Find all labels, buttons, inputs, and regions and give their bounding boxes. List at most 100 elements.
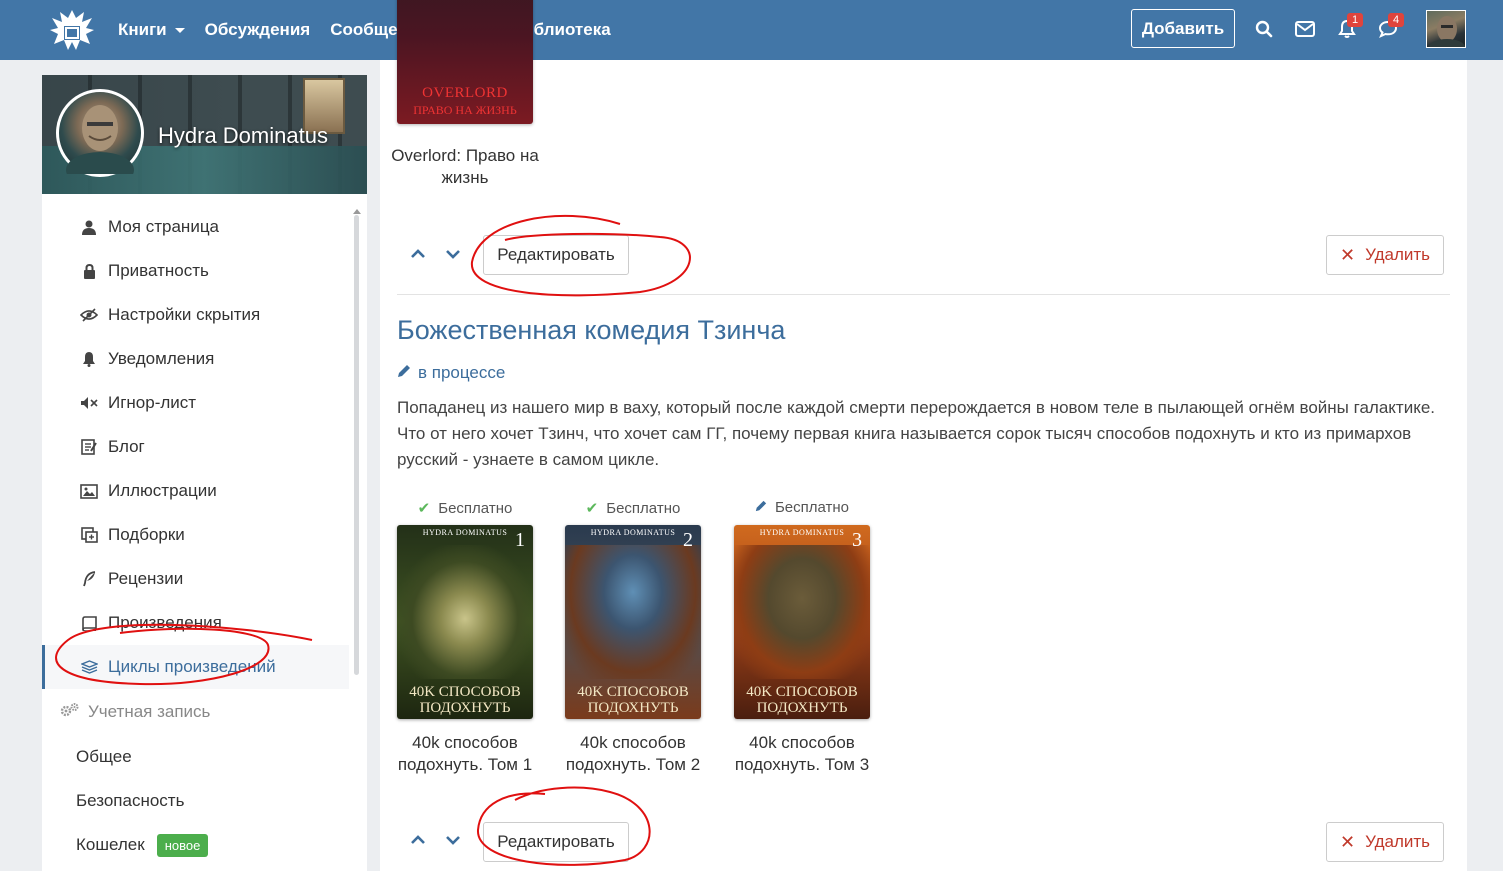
scroll-up-arrow-icon[interactable] (353, 209, 361, 214)
sidebar-item-reviews[interactable]: Рецензии (42, 557, 354, 601)
close-icon: ✕ (1340, 831, 1356, 852)
sidebar-item-blog[interactable]: Блог (42, 425, 354, 469)
book-access-label: Бесплатно (734, 499, 870, 516)
nav-books-label: Книги (118, 20, 167, 39)
move-up-button[interactable] (407, 829, 429, 851)
sidebar-menu: Моя страница Приватность Настройки скрыт… (42, 205, 354, 867)
chevron-down-icon (174, 27, 185, 33)
profile-banner: Hydra Dominatus (42, 75, 367, 194)
cover-number: 2 (683, 529, 693, 551)
book-cover-overlord[interactable]: OVERLORD ПРАВО НА ЖИЗНЬ (397, 0, 533, 124)
book-icon (78, 614, 100, 632)
sidebar-item-illustrations[interactable]: Иллюстрации (42, 469, 354, 513)
messages-bubble-icon[interactable]: 4 (1376, 13, 1404, 41)
sidebar-item-my-page[interactable]: Моя страница (42, 205, 354, 249)
top-navbar: Книги Обсуждения Сообщество Моя библиоте… (0, 0, 1503, 60)
nav-discussions[interactable]: Обсуждения (205, 20, 311, 40)
cover-author: HYDRA DOMINATUS (590, 528, 676, 537)
sidebar-item-ignore-list[interactable]: Игнор-лист (42, 381, 354, 425)
search-icon[interactable] (1252, 17, 1276, 41)
sidebar-item-label: Моя страница (108, 217, 220, 236)
eye-slash-icon (78, 306, 100, 324)
access-text: Бесплатно (774, 499, 850, 516)
sidebar-item-label: Безопасность (76, 791, 185, 810)
messages-count-badge: 4 (1388, 13, 1404, 27)
delete-cycle-button[interactable]: ✕ Удалить (1326, 235, 1444, 275)
book-cover-vol-2[interactable]: HYDRA DOMINATUS 2 40K СПОСОБОВ ПОДОХНУТЬ (565, 525, 701, 719)
sidebar-item-label: Игнор-лист (108, 393, 197, 412)
sidebar-item-label: Рецензии (108, 569, 184, 588)
cover-number: 3 (852, 529, 862, 551)
sidebar-item-label: Произведения (108, 613, 222, 632)
sidebar-item-label: Блог (108, 437, 145, 456)
edit-cycle-button[interactable]: Редактировать (483, 822, 629, 862)
sidebar-item-collections[interactable]: Подборки (42, 513, 354, 557)
book-cover-vol-1[interactable]: HYDRA DOMINATUS 1 40K СПОСОБОВ ПОДОХНУТЬ (397, 525, 533, 719)
mute-icon (78, 394, 100, 412)
book-cover-vol-3[interactable]: HYDRA DOMINATUS 3 40K СПОСОБОВ ПОДОХНУТЬ (734, 525, 870, 719)
cover-title-line2: ПОДОХНУТЬ (587, 700, 679, 716)
sidebar-item-label: Общее (76, 747, 132, 766)
cover-title-line1: 40K СПОСОБОВ (746, 684, 858, 700)
sidebar-item-works[interactable]: Произведения (42, 601, 354, 645)
nav-discussions-label: Обсуждения (204, 20, 311, 39)
access-text: Бесплатно (438, 499, 513, 517)
book-caption[interactable]: 40k способов подохнуть. Том 2 (558, 732, 708, 776)
sidebar-item-label: Иллюстрации (108, 481, 217, 500)
edit-cycle-button[interactable]: Редактировать (483, 235, 629, 275)
main-nav: Книги Обсуждения Сообщество Моя библиоте… (118, 0, 631, 60)
account-section-label: Учетная запись (88, 702, 211, 721)
cover-subtitle: ПРАВО НА ЖИЗНЬ (413, 103, 517, 117)
book-caption[interactable]: 40k способов подохнуть. Том 3 (727, 732, 877, 776)
check-icon: ✔ (585, 500, 599, 517)
nav-books[interactable]: Книги (118, 20, 185, 40)
sidebar-item-label: Кошелек (76, 835, 145, 854)
mail-icon[interactable] (1293, 17, 1317, 41)
cycle-title[interactable]: Божественная комедия Тзинча (397, 315, 785, 346)
add-button[interactable]: Добавить (1131, 9, 1235, 48)
sidebar-item-cycles[interactable]: Циклы произведений (42, 645, 349, 689)
access-text: Бесплатно (606, 499, 681, 517)
user-icon (78, 218, 100, 236)
profile-name[interactable]: Hydra Dominatus (158, 123, 328, 149)
move-down-button[interactable] (442, 829, 464, 851)
book-caption[interactable]: 40k способов подохнуть. Том 1 (390, 732, 540, 776)
feather-icon (78, 570, 100, 588)
sidebar-item-security[interactable]: Безопасность (42, 779, 354, 823)
pencil-icon (397, 363, 411, 383)
new-badge: новое (156, 833, 209, 857)
cover-art (397, 545, 533, 679)
collection-icon (78, 526, 100, 544)
sidebar-item-wallet[interactable]: Кошелек новое (42, 823, 354, 867)
delete-cycle-button[interactable]: ✕ Удалить (1326, 822, 1444, 862)
notifications-count-badge: 1 (1347, 13, 1363, 27)
sidebar-item-general[interactable]: Общее (42, 735, 354, 779)
cover-title: OVERLORD (422, 85, 508, 101)
sidebar-item-label: Уведомления (108, 349, 215, 368)
sidebar-item-label: Циклы произведений (108, 657, 276, 676)
cover-author: HYDRA DOMINATUS (422, 528, 508, 537)
book-access-label: ✔ Бесплатно (397, 499, 533, 518)
blog-icon (78, 438, 100, 456)
user-avatar[interactable] (1426, 10, 1466, 48)
gears-icon (60, 702, 82, 723)
move-down-button[interactable] (442, 243, 464, 265)
layers-icon (78, 658, 100, 676)
sidebar-item-label: Приватность (108, 261, 209, 280)
sidebar-item-notifications[interactable]: Уведомления (42, 337, 354, 381)
cycle-status[interactable]: в процессе (397, 363, 505, 383)
cover-title-line2: ПОДОХНУТЬ (419, 700, 511, 716)
sidebar-item-hide-settings[interactable]: Настройки скрытия (42, 293, 354, 337)
check-icon: ✔ (417, 500, 431, 517)
notifications-bell-icon[interactable]: 1 (1335, 13, 1363, 41)
sidebar-scrollbar[interactable] (354, 215, 359, 675)
book-caption[interactable]: Overlord: Право на жизнь (390, 145, 540, 189)
sidebar-item-privacy[interactable]: Приватность (42, 249, 354, 293)
move-up-button[interactable] (407, 243, 429, 265)
delete-label: Удалить (1365, 832, 1430, 851)
bell-icon (78, 350, 100, 368)
lock-icon (78, 262, 100, 280)
cycle-status-label: в процессе (418, 363, 506, 382)
site-logo-icon[interactable] (46, 6, 98, 54)
profile-avatar[interactable] (56, 89, 144, 188)
